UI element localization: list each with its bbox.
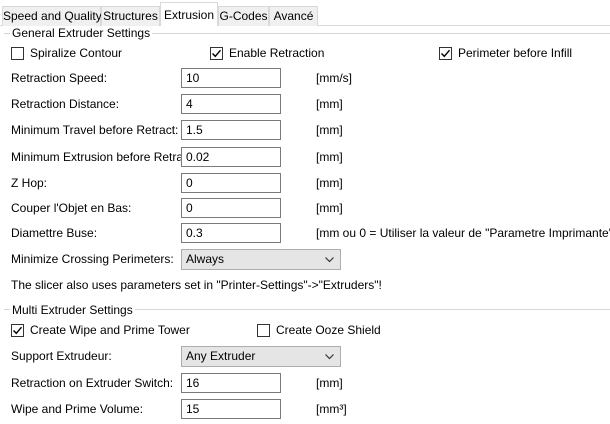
nozzle-diameter-input[interactable] — [181, 223, 281, 243]
wipe-prime-volume-input[interactable] — [181, 399, 281, 419]
check-icon — [441, 49, 451, 57]
perimeter-before-infill-checkbox[interactable]: Perimeter before Infill — [439, 45, 572, 61]
enable-retraction-label: Enable Retraction — [229, 46, 325, 60]
z-hop-label: Z Hop: — [11, 176, 48, 190]
support-extruder-label: Support Extrudeur: — [11, 349, 112, 363]
general-group-title: General Extruder Settings — [10, 26, 153, 40]
retraction-extruder-switch-input[interactable] — [181, 373, 281, 393]
spiralize-contour-checkbox[interactable]: Spiralize Contour — [11, 45, 122, 61]
z-hop-unit: [mm] — [316, 176, 343, 190]
spiralize-contour-label: Spiralize Contour — [30, 46, 123, 60]
minimize-crossing-select[interactable]: Always — [181, 249, 341, 270]
nozzle-diameter-label: Diamettre Buse: — [11, 226, 98, 240]
ooze-shield-label: Create Ooze Shield — [276, 323, 381, 337]
check-icon — [212, 49, 222, 57]
minimize-crossing-label: Minimize Crossing Perimeters: — [11, 252, 174, 266]
wipe-prime-volume-label: Wipe and Prime Volume: — [11, 402, 144, 416]
retraction-distance-unit: [mm] — [316, 97, 343, 111]
cut-object-bottom-label: Couper l'Objet en Bas: — [11, 201, 132, 215]
min-travel-unit: [mm] — [316, 123, 343, 137]
retraction-extruder-switch-unit: [mm] — [316, 376, 343, 390]
enable-retraction-checkbox[interactable]: Enable Retraction — [210, 45, 324, 61]
check-icon — [13, 326, 23, 334]
z-hop-input[interactable] — [181, 173, 281, 193]
perimeter-before-infill-box[interactable] — [439, 46, 452, 60]
min-extrusion-input[interactable] — [181, 147, 281, 167]
printer-settings-notice: The slicer also uses parameters set in "… — [11, 278, 382, 292]
tab-strip: Speed and Quality Structures Extrusion G… — [0, 0, 610, 26]
tab-structures[interactable]: Structures — [101, 6, 160, 26]
retraction-speed-input[interactable] — [181, 68, 281, 88]
min-travel-input[interactable] — [181, 120, 281, 140]
enable-retraction-box[interactable] — [210, 46, 223, 60]
wipe-prime-tower-label: Create Wipe and Prime Tower — [30, 323, 190, 337]
wipe-prime-tower-checkbox[interactable]: Create Wipe and Prime Tower — [11, 322, 190, 338]
minimize-crossing-value: Always — [186, 252, 225, 266]
spiralize-contour-box[interactable] — [11, 46, 24, 60]
perimeter-before-infill-label: Perimeter before Infill — [458, 46, 573, 60]
retraction-extruder-switch-label: Retraction on Extruder Switch: — [11, 376, 174, 390]
retraction-speed-label: Retraction Speed: — [11, 71, 108, 85]
min-extrusion-unit: [mm] — [316, 150, 343, 164]
ooze-shield-checkbox[interactable]: Create Ooze Shield — [257, 322, 381, 338]
tab-extrusion[interactable]: Extrusion — [160, 2, 218, 26]
min-extrusion-label: Minimum Extrusion before Retract: — [11, 150, 196, 164]
chevron-down-icon — [325, 257, 334, 263]
retraction-distance-input[interactable] — [181, 94, 281, 114]
nozzle-diameter-unit: [mm ou 0 = Utiliser la valeur de "Parame… — [316, 226, 610, 240]
tab-speed-and-quality[interactable]: Speed and Quality — [2, 6, 102, 26]
wipe-prime-tower-box[interactable] — [11, 323, 24, 337]
retraction-speed-unit: [mm/s] — [316, 71, 352, 85]
tab-g-codes[interactable]: G-Codes — [218, 6, 269, 26]
chevron-down-icon — [325, 354, 334, 360]
ooze-shield-box[interactable] — [257, 323, 270, 337]
wipe-prime-volume-unit: [mm³] — [316, 402, 347, 416]
support-extruder-select[interactable]: Any Extruder — [181, 346, 341, 367]
cut-object-bottom-input[interactable] — [181, 198, 281, 218]
cut-object-bottom-unit: [mm] — [316, 201, 343, 215]
tab-avance[interactable]: Avancé — [269, 6, 318, 26]
min-travel-label: Minimum Travel before Retract: — [11, 123, 179, 137]
support-extruder-value: Any Extruder — [186, 349, 256, 363]
multi-group-title: Multi Extruder Settings — [10, 303, 135, 317]
retraction-distance-label: Retraction Distance: — [11, 97, 120, 111]
